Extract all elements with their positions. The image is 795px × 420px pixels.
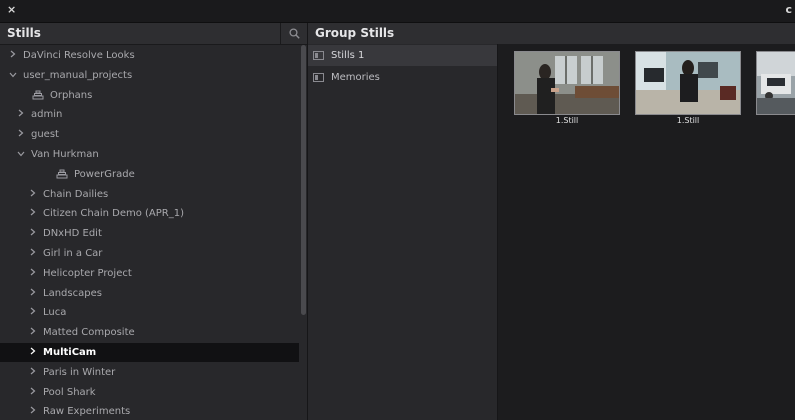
tree-scrollbar[interactable]	[300, 45, 307, 420]
tree-scrollbar-thumb[interactable]	[301, 45, 306, 315]
tree-item[interactable]: guest	[0, 125, 299, 144]
tree-item[interactable]: DaVinci Resolve Looks	[0, 46, 299, 65]
still-image	[756, 51, 795, 115]
chevron-right-icon[interactable]	[28, 268, 38, 279]
tree-item[interactable]: Luca	[0, 303, 299, 322]
still-label: 1.Still	[555, 116, 579, 125]
tree-item-label: Pool Shark	[43, 386, 96, 398]
chevron-right-icon[interactable]	[28, 189, 38, 200]
tree-item-label: Raw Experiments	[43, 406, 131, 418]
group-stills-list: Stills 1 Memories	[308, 44, 498, 420]
chevron-right-icon[interactable]	[16, 109, 26, 120]
search-icon	[288, 28, 300, 39]
tree-item[interactable]: Pool Shark	[0, 383, 299, 402]
tree-item[interactable]: Chain Dailies	[0, 185, 299, 204]
window-edge-glyph: c	[785, 3, 792, 16]
stills-gallery: 1.Still 1.Still	[498, 44, 795, 420]
group-item-label: Stills 1	[331, 50, 365, 61]
chevron-down-icon[interactable]	[16, 149, 26, 160]
tree-item[interactable]: Helicopter Project	[0, 264, 299, 283]
window-titlebar: × c	[0, 0, 795, 23]
chevron-down-icon[interactable]	[8, 70, 18, 81]
group-stills-title: Group Stills	[315, 26, 395, 40]
group-item-label: Memories	[331, 72, 380, 83]
chevron-right-icon[interactable]	[28, 248, 38, 259]
tree-item-label: Helicopter Project	[43, 267, 132, 279]
search-button[interactable]	[280, 23, 307, 44]
tree-item[interactable]: Girl in a Car	[0, 244, 299, 263]
chevron-right-icon[interactable]	[28, 208, 38, 219]
close-icon[interactable]: ×	[7, 3, 16, 16]
tree-item-label: Landscapes	[43, 287, 102, 299]
still-label: 1.Still	[676, 116, 700, 125]
chevron-right-icon[interactable]	[16, 129, 26, 140]
tree-item-label: Girl in a Car	[43, 248, 103, 259]
tree-item[interactable]: admin	[0, 105, 299, 124]
tree-item[interactable]: Orphans	[0, 86, 299, 105]
still-thumbnail[interactable]: 1.Still	[635, 51, 741, 125]
tree-item-label: Chain Dailies	[43, 188, 109, 200]
stack-icon	[32, 90, 44, 100]
tree-item[interactable]: Landscapes	[0, 284, 299, 303]
group-item[interactable]: Stills 1	[308, 45, 497, 66]
tree-item[interactable]: Raw Experiments	[0, 402, 299, 420]
tree-item[interactable]: MultiCam	[0, 343, 299, 362]
tree-item-label: Citizen Chain Demo (APR_1)	[43, 208, 184, 220]
tree-item[interactable]: user_manual_projects	[0, 66, 299, 85]
still-image	[514, 51, 620, 115]
chevron-right-icon[interactable]	[8, 50, 18, 61]
stills-panel: Stills DaVinci Resolve Looks user_manual_…	[0, 23, 308, 420]
still-thumbnail[interactable]	[756, 51, 795, 125]
chevron-right-icon[interactable]	[28, 228, 38, 239]
album-icon	[313, 73, 324, 82]
tree-item-label: Paris in Winter	[43, 366, 116, 378]
tree-item-label: Orphans	[50, 89, 93, 101]
tree-item-label: Van Hurkman	[31, 149, 99, 160]
tree-item-label: MultiCam	[43, 347, 97, 358]
stills-panel-title: Stills	[7, 26, 41, 40]
chevron-right-icon[interactable]	[28, 387, 38, 398]
chevron-right-icon[interactable]	[28, 327, 38, 338]
group-item[interactable]: Memories	[308, 67, 497, 88]
tree-item-label: Luca	[43, 307, 67, 319]
stills-tree: DaVinci Resolve Looks user_manual_project…	[0, 45, 300, 420]
tree-item[interactable]: Paris in Winter	[0, 363, 299, 382]
chevron-right-icon[interactable]	[28, 307, 38, 318]
tree-item-label: DNxHD Edit	[43, 228, 102, 240]
tree-item-label: admin	[31, 109, 63, 121]
stills-panel-header: Stills	[0, 23, 307, 45]
still-thumbnail[interactable]: 1.Still	[514, 51, 620, 125]
album-icon	[313, 51, 324, 60]
tree-item[interactable]: DNxHD Edit	[0, 224, 299, 243]
tree-item[interactable]: Van Hurkman	[0, 145, 299, 164]
stack-icon	[56, 169, 68, 179]
tree-item-label: PowerGrade	[74, 168, 135, 180]
tree-item-label: user_manual_projects	[23, 69, 133, 81]
tree-item-label: guest	[31, 129, 59, 141]
still-image	[635, 51, 741, 115]
tree-item-label: DaVinci Resolve Looks	[23, 50, 135, 61]
chevron-right-icon[interactable]	[28, 347, 38, 358]
chevron-right-icon[interactable]	[28, 288, 38, 299]
tree-item[interactable]: Matted Composite	[0, 323, 299, 342]
chevron-right-icon[interactable]	[28, 406, 38, 417]
tree-item[interactable]: PowerGrade	[0, 165, 299, 184]
tree-item[interactable]: Citizen Chain Demo (APR_1)	[0, 204, 299, 223]
tree-item-label: Matted Composite	[43, 327, 135, 339]
group-stills-header: Group Stills	[308, 23, 795, 45]
chevron-right-icon[interactable]	[28, 367, 38, 378]
